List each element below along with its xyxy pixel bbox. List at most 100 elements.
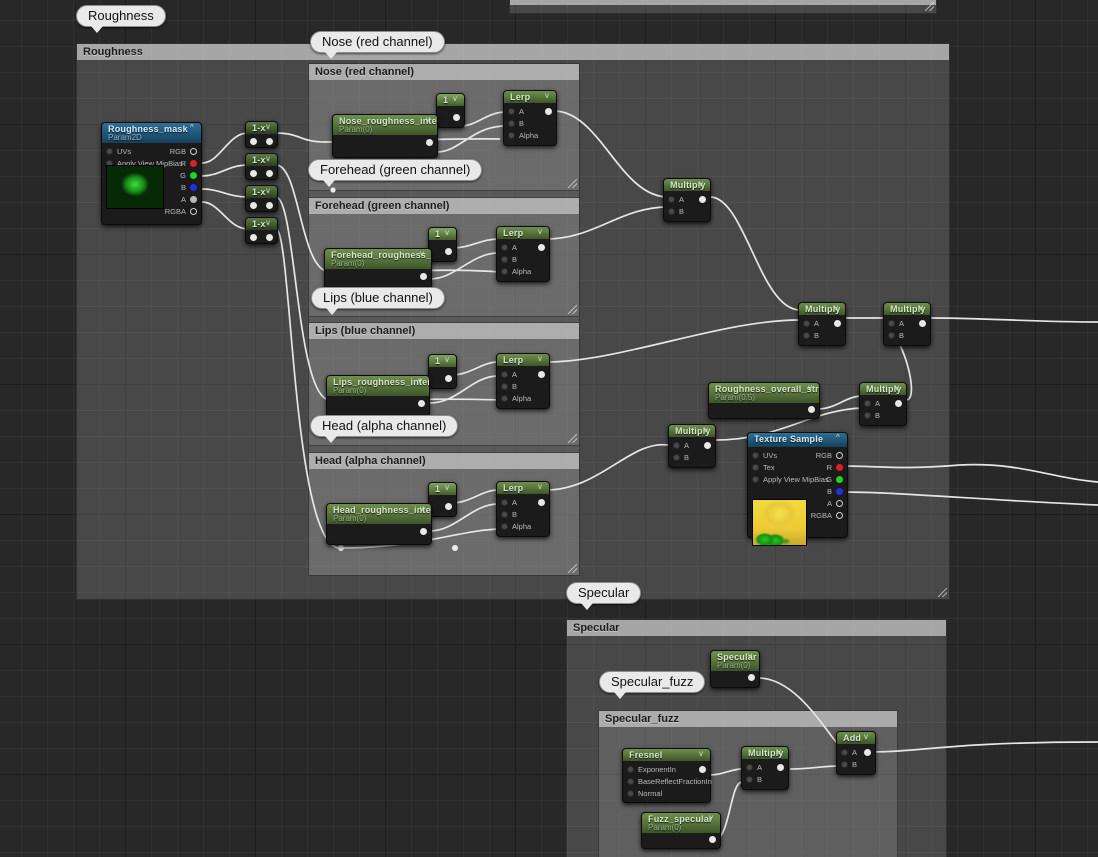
node-header[interactable]: Multiply v (742, 747, 788, 759)
input-pin-uvs[interactable] (106, 148, 113, 155)
node-const-one-head[interactable]: 1 v (428, 482, 457, 517)
input-pin-b[interactable] (668, 208, 675, 215)
chevron-down-icon[interactable]: v (445, 356, 452, 364)
node-header[interactable]: 1-x v (246, 154, 277, 166)
node-header[interactable]: Fresnel v (623, 749, 710, 761)
output-pin[interactable] (445, 248, 452, 255)
chevron-down-icon[interactable]: v (445, 484, 452, 492)
output-pin[interactable] (748, 674, 755, 681)
node-header[interactable]: Add v (837, 732, 875, 744)
input-pin[interactable] (250, 202, 257, 209)
output-pin[interactable] (709, 836, 716, 843)
input-pin-alpha[interactable] (501, 523, 508, 530)
chevron-down-icon[interactable]: v (266, 219, 273, 227)
output-pin-g[interactable] (836, 476, 843, 483)
output-pin[interactable] (453, 114, 460, 121)
node-const-one-lips[interactable]: 1 v (428, 354, 457, 389)
node-oneminus-g[interactable]: 1-x v (245, 153, 278, 180)
resize-grip-icon[interactable] (568, 305, 577, 314)
output-pin-rgb[interactable] (190, 148, 197, 155)
node-param-head-roughness-intensity[interactable]: Head_roughness_intensity Param(0) v (326, 503, 432, 545)
node-header[interactable]: Multiply v (799, 303, 845, 315)
node-const-one-nose[interactable]: 1 v (436, 93, 465, 128)
output-pin[interactable] (699, 766, 706, 773)
node-header[interactable]: 1 v (429, 228, 456, 240)
node-multiply-1[interactable]: Multiply v A B (663, 178, 711, 222)
input-pin-a[interactable] (501, 371, 508, 378)
chevron-down-icon[interactable]: v (699, 750, 706, 758)
node-const-one-forehead[interactable]: 1 v (428, 227, 457, 262)
output-pin[interactable] (426, 139, 433, 146)
node-header[interactable]: Nose_roughness_intensity Param(0) v (333, 115, 437, 135)
input-pin-b[interactable] (746, 776, 753, 783)
input-pin-a[interactable] (746, 764, 753, 771)
output-pin[interactable] (704, 442, 711, 449)
input-pin-b[interactable] (888, 332, 895, 339)
output-pin[interactable] (538, 371, 545, 378)
output-pin[interactable] (418, 400, 425, 407)
node-header[interactable]: Texture Sample ^ (748, 433, 847, 447)
bubble-head[interactable]: Head (alpha channel) (310, 415, 459, 443)
output-pin-a[interactable] (190, 196, 197, 203)
chevron-down-icon[interactable]: v (266, 155, 273, 163)
chevron-down-icon[interactable]: v (420, 250, 427, 258)
output-pin[interactable] (895, 400, 902, 407)
node-header[interactable]: 1 v (437, 94, 464, 106)
bubble-nose[interactable]: Nose (red channel) (310, 31, 445, 59)
node-header[interactable]: Multiply v (664, 179, 710, 191)
input-pin-alpha[interactable] (501, 268, 508, 275)
chevron-down-icon[interactable]: v (834, 304, 841, 312)
output-pin[interactable] (545, 108, 552, 115)
input-pin-a[interactable] (673, 442, 680, 449)
input-pin-a[interactable] (888, 320, 895, 327)
input-pin-basereflectfractionin[interactable] (627, 778, 634, 785)
resize-grip-icon[interactable] (568, 564, 577, 573)
input-pin-a[interactable] (841, 749, 848, 756)
chevron-up-icon[interactable]: ^ (190, 124, 197, 132)
node-header[interactable]: Multiply v (884, 303, 930, 315)
node-multiply-5[interactable]: Multiply v A B (859, 382, 907, 426)
node-header[interactable]: Forehead_roughness_intensity Param(0) v (325, 249, 431, 269)
node-roughness-mask[interactable]: Roughness_mask Param2D ^ UVs RGB Apply V… (101, 122, 202, 225)
output-pin[interactable] (699, 196, 706, 203)
bubble-specular-fuzz[interactable]: Specular_fuzz (599, 671, 706, 699)
chevron-down-icon[interactable]: v (538, 483, 545, 491)
output-pin[interactable] (420, 528, 427, 535)
input-pin-b[interactable] (673, 454, 680, 461)
chevron-down-icon[interactable]: v (808, 384, 815, 392)
resize-grip-icon[interactable] (568, 434, 577, 443)
node-header[interactable]: Multiply v (860, 383, 906, 395)
input-pin-a[interactable] (668, 196, 675, 203)
comment-offscreen-top[interactable] (509, 0, 937, 14)
node-header[interactable]: Lips_roughness_intensity Param(0) v (327, 376, 429, 396)
node-lerp-head[interactable]: Lerp v A B Alpha (496, 481, 550, 537)
node-header[interactable]: Roughness_mask Param2D ^ (102, 123, 201, 143)
input-pin-a[interactable] (508, 108, 515, 115)
chevron-down-icon[interactable]: v (545, 92, 552, 100)
resize-grip-icon[interactable] (568, 179, 577, 188)
input-pin-uvs[interactable] (752, 452, 759, 459)
chevron-down-icon[interactable]: v (418, 377, 425, 385)
node-texture-sample[interactable]: Texture Sample ^ UVs RGB Tex R Apply Vie… (747, 432, 848, 546)
input-pin-exponentin[interactable] (627, 766, 634, 773)
node-param-nose-roughness-intensity[interactable]: Nose_roughness_intensity Param(0) v (332, 114, 438, 158)
node-fresnel[interactable]: Fresnel v ExponentIn BaseReflectFraction… (622, 748, 712, 803)
node-multiply-2[interactable]: Multiply v A B (798, 302, 846, 346)
chevron-down-icon[interactable]: v (453, 95, 460, 103)
node-header[interactable]: Lerp v (497, 227, 549, 239)
node-multiply-specular[interactable]: Multiply v A B (741, 746, 789, 790)
output-pin[interactable] (538, 244, 545, 251)
output-pin[interactable] (808, 406, 815, 413)
input-pin[interactable] (250, 234, 257, 241)
node-lerp-forehead[interactable]: Lerp v A B Alpha (496, 226, 550, 282)
output-pin-r[interactable] (190, 160, 197, 167)
bubble-lips[interactable]: Lips (blue channel) (311, 287, 445, 315)
input-pin[interactable] (250, 170, 257, 177)
input-pin-b[interactable] (501, 383, 508, 390)
output-pin[interactable] (266, 234, 273, 241)
node-header[interactable]: Roughness_overall_strength Param(0.5) v (709, 383, 819, 403)
node-param-roughness-overall-strength[interactable]: Roughness_overall_strength Param(0.5) v (708, 382, 820, 419)
input-pin-b[interactable] (501, 511, 508, 518)
node-header[interactable]: 1-x v (246, 186, 277, 198)
node-param-forehead-roughness-intensity[interactable]: Forehead_roughness_intensity Param(0) v (324, 248, 432, 290)
